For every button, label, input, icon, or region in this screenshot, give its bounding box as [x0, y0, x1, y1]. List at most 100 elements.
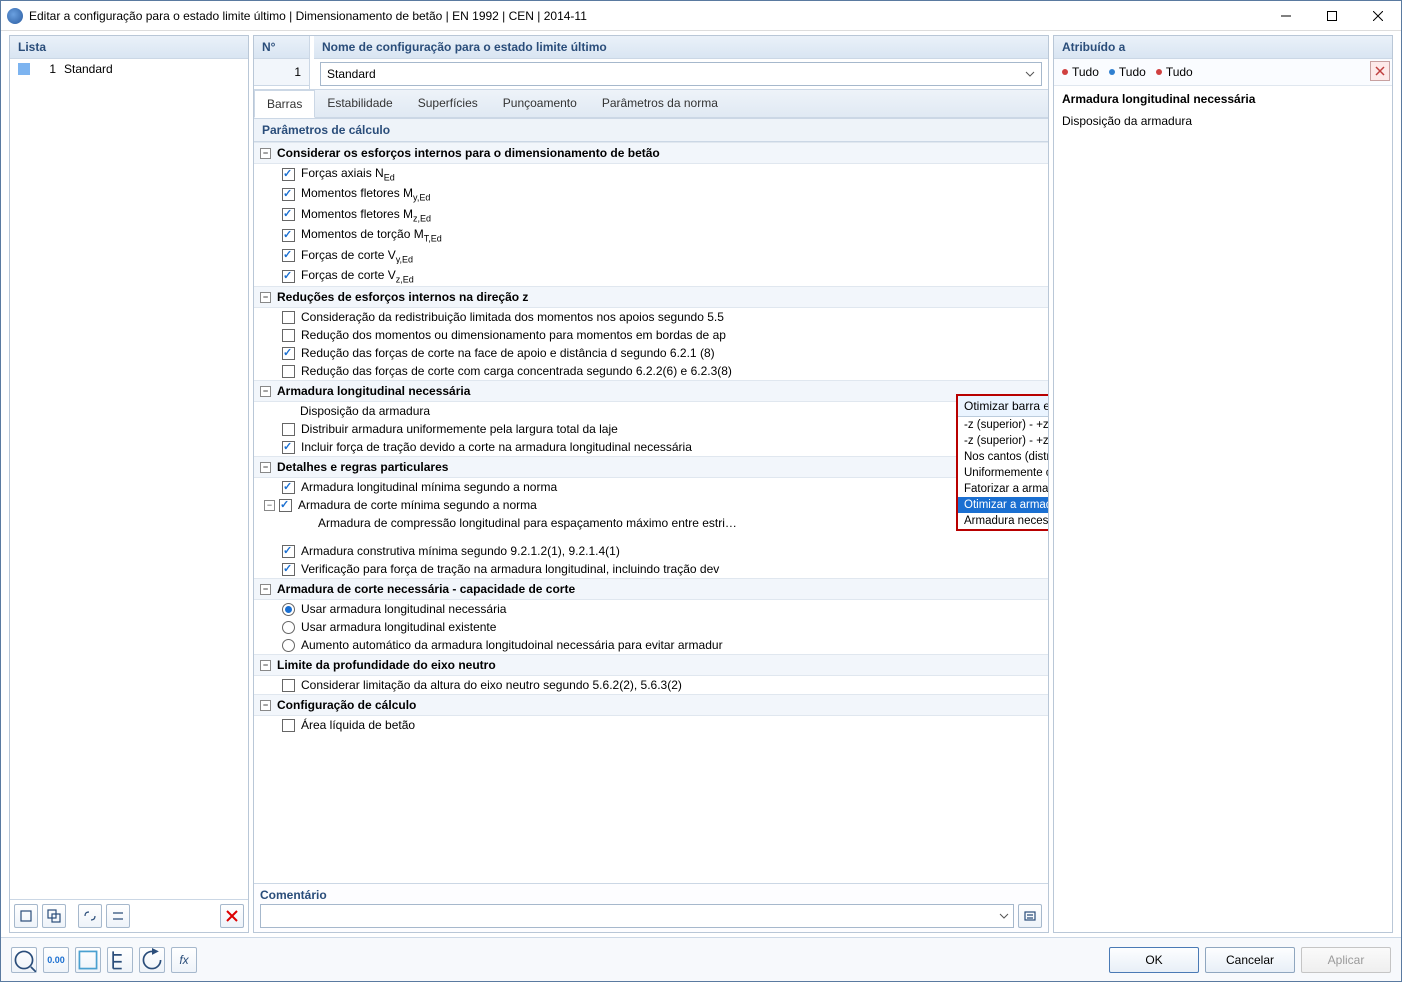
checkbox[interactable]	[282, 481, 295, 494]
group-header[interactable]: −Configuração de cálculo	[254, 694, 1048, 716]
armadura-dropdown[interactable]: Otimizar barra existente -z (superior) -…	[956, 394, 1048, 531]
footer-tree-button[interactable]	[107, 947, 133, 973]
tree-row[interactable]: Considerar limitação da altura do eixo n…	[254, 676, 1048, 694]
assign-item[interactable]: Tudo	[1062, 65, 1099, 79]
tree-row[interactable]: Incluir força de tração devido a corte n…	[254, 438, 1048, 456]
row-label: Redução das forças de corte na face de a…	[301, 346, 1042, 360]
dropdown-option[interactable]: Armadura necessária	[958, 513, 1048, 529]
left-panel: Lista 1 Standard	[9, 35, 249, 933]
dot-icon	[1156, 69, 1162, 75]
tab-estabilidade[interactable]: Estabilidade	[315, 90, 405, 117]
comment-input[interactable]	[260, 904, 1014, 928]
tree-row[interactable]: Redução das forças de corte com carga co…	[254, 362, 1048, 380]
checkbox[interactable]	[282, 365, 295, 378]
group-header[interactable]: −Armadura longitudinal necessária	[254, 380, 1048, 402]
tree-row[interactable]: Distribuir armadura uniformemente pela l…	[254, 420, 1048, 438]
group-header[interactable]: −Armadura de corte necessária - capacida…	[254, 578, 1048, 600]
titlebar: Editar a configuração para o estado limi…	[1, 1, 1401, 31]
dropdown-option[interactable]: -z (superior) - +z (inferior) (distribui…	[958, 433, 1048, 449]
tree-row[interactable]: −Armadura de corte mínima segundo a norm…	[254, 496, 1048, 514]
checkbox[interactable]	[282, 563, 295, 576]
tree-row[interactable]: Redução dos momentos ou dimensionamento …	[254, 326, 1048, 344]
group-header[interactable]: −Reduções de esforços internos na direçã…	[254, 286, 1048, 308]
dropdown-selected[interactable]: Otimizar barra existente	[958, 396, 1048, 417]
close-button[interactable]	[1355, 1, 1401, 31]
checkbox[interactable]	[282, 188, 295, 201]
apply-button[interactable]: Aplicar	[1301, 947, 1391, 973]
group-header[interactable]: −Considerar os esforços internos para o …	[254, 142, 1048, 164]
tab-barras[interactable]: Barras	[254, 90, 315, 118]
tree-row[interactable]: Consideração da redistribuição limitada …	[254, 308, 1048, 326]
assign-item[interactable]: Tudo	[1156, 65, 1193, 79]
name-select[interactable]: Standard	[320, 62, 1042, 86]
tab-superficies[interactable]: Superfícies	[406, 90, 491, 117]
checkbox[interactable]	[282, 423, 295, 436]
tree-row[interactable]: Área líquida de betão	[254, 716, 1048, 734]
tree-row[interactable]: Momentos fletores Mz,Ed	[254, 205, 1048, 225]
tab-parametros[interactable]: Parâmetros da norma	[590, 90, 731, 117]
footer-reset-button[interactable]	[139, 947, 165, 973]
dropdown-option[interactable]: Nos cantos (distribuição simétrica)	[958, 449, 1048, 465]
tree-row[interactable]: Usar armadura longitudinal necessária	[254, 600, 1048, 618]
checkbox[interactable]	[282, 168, 295, 181]
tab-puncoamento[interactable]: Punçoamento	[491, 90, 590, 117]
assign-clear-button[interactable]	[1370, 61, 1390, 81]
config-list[interactable]: 1 Standard	[10, 59, 248, 899]
checkbox[interactable]	[282, 347, 295, 360]
tree-row[interactable]: Momentos de torção MT,Ed	[254, 225, 1048, 245]
checkbox[interactable]	[282, 249, 295, 262]
checkbox[interactable]	[282, 229, 295, 242]
tree-row[interactable]: Aumento automático da armadura longitudo…	[254, 636, 1048, 654]
tree-row[interactable]: Forças de corte Vz,Ed	[254, 266, 1048, 286]
checkbox[interactable]	[282, 311, 295, 324]
delete-button[interactable]	[220, 904, 244, 928]
row-label: Forças axiais NEd	[301, 166, 1042, 182]
row-label: Área líquida de betão	[301, 718, 1042, 732]
checkbox[interactable]	[282, 329, 295, 342]
comment-browse-button[interactable]	[1018, 904, 1042, 928]
footer-fx-button[interactable]: fx	[171, 947, 197, 973]
tree-row[interactable]: Forças axiais NEd	[254, 164, 1048, 184]
tree-row[interactable]: Usar armadura longitudinal existente	[254, 618, 1048, 636]
parameter-tree[interactable]: −Considerar os esforços internos para o …	[254, 142, 1048, 883]
tree-row[interactable]: Armadura longitudinal mínima segundo a n…	[254, 478, 1048, 496]
row-label: Usar armadura longitudinal necessária	[301, 602, 1042, 616]
tree-row[interactable]: Forças de corte Vy,Ed	[254, 246, 1048, 266]
tree-row[interactable]: Armadura de compressão longitudinal para…	[254, 514, 1048, 532]
copy-button[interactable]	[42, 904, 66, 928]
maximize-button[interactable]	[1309, 1, 1355, 31]
group-header[interactable]: −Limite da profundidade do eixo neutro	[254, 654, 1048, 676]
footer-help-button[interactable]	[11, 947, 37, 973]
checkbox[interactable]	[282, 441, 295, 454]
footer-units-button[interactable]: 0.00	[43, 947, 69, 973]
dropdown-option[interactable]: Uniformemente circundante	[958, 465, 1048, 481]
tree-row[interactable]: Armadura construtiva mínima segundo 9.2.…	[254, 542, 1048, 560]
list-item[interactable]: 1 Standard	[10, 59, 248, 79]
tree-row[interactable]: Redução das forças de corte na face de a…	[254, 344, 1048, 362]
dropdown-option[interactable]: Fatorizar a armadura existente	[958, 481, 1048, 497]
radio[interactable]	[282, 639, 295, 652]
ok-button[interactable]: OK	[1109, 947, 1199, 973]
dropdown-option[interactable]: Otimizar a armadura existente	[958, 497, 1048, 513]
new-button[interactable]	[14, 904, 38, 928]
link-button[interactable]	[78, 904, 102, 928]
tree-row[interactable]: Verificação para força de tração na arma…	[254, 560, 1048, 578]
radio[interactable]	[282, 621, 295, 634]
cancel-button[interactable]: Cancelar	[1205, 947, 1295, 973]
checkbox[interactable]	[279, 499, 292, 512]
assign-item[interactable]: Tudo	[1109, 65, 1146, 79]
link2-button[interactable]	[106, 904, 130, 928]
tree-row[interactable]: Disposição da armadura	[254, 402, 1048, 420]
group-header[interactable]: −Detalhes e regras particulares	[254, 456, 1048, 478]
footer-color-button[interactable]	[75, 947, 101, 973]
row-label: Armadura de corte mínima segundo a norma	[298, 498, 1042, 512]
tree-row[interactable]: Momentos fletores My,Ed	[254, 184, 1048, 204]
minimize-button[interactable]	[1263, 1, 1309, 31]
checkbox[interactable]	[282, 270, 295, 283]
checkbox[interactable]	[282, 208, 295, 221]
dropdown-option[interactable]: -z (superior) - +z (inferior) (distribui…	[958, 417, 1048, 433]
checkbox[interactable]	[282, 679, 295, 692]
checkbox[interactable]	[282, 719, 295, 732]
checkbox[interactable]	[282, 545, 295, 558]
radio[interactable]	[282, 603, 295, 616]
